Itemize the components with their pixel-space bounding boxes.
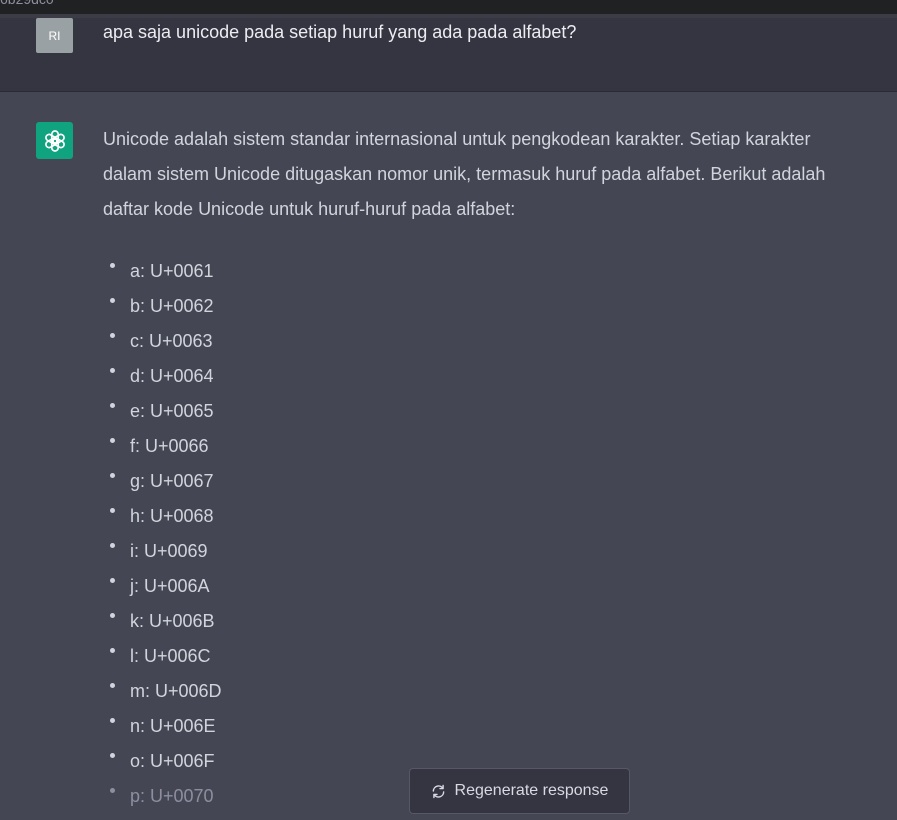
- list-item-text: i: U+0069: [130, 541, 208, 561]
- list-item: h: U+0068: [108, 499, 222, 534]
- bullet-icon: [110, 648, 115, 653]
- bullet-icon: [110, 263, 115, 268]
- user-message-row: RI apa saja unicode pada setiap huruf ya…: [0, 18, 897, 92]
- list-item: d: U+0064: [108, 359, 222, 394]
- list-item-text: p: U+0070: [130, 786, 214, 806]
- list-item-text: g: U+0067: [130, 471, 214, 491]
- answer-line: Unicode adalah sistem standar internasio…: [103, 129, 811, 149]
- chatgpt-logo-icon: [36, 122, 73, 159]
- list-item: m: U+006D: [108, 674, 222, 709]
- bullet-icon: [110, 298, 115, 303]
- list-item-text: m: U+006D: [130, 681, 222, 701]
- bullet-icon: [110, 438, 115, 443]
- bullet-icon: [110, 683, 115, 688]
- bullet-icon: [110, 718, 115, 723]
- chat-page: 6b29dc0 RI apa saja unicode pada setiap …: [0, 0, 897, 820]
- regenerate-response-button[interactable]: Regenerate response: [409, 768, 630, 814]
- list-item-text: f: U+0066: [130, 436, 209, 456]
- bullet-icon: [110, 403, 115, 408]
- bullet-icon: [110, 333, 115, 338]
- list-item-text: c: U+0063: [130, 331, 213, 351]
- list-item-text: o: U+006F: [130, 751, 215, 771]
- list-item: e: U+0065: [108, 394, 222, 429]
- list-item: i: U+0069: [108, 534, 222, 569]
- bullet-icon: [110, 753, 115, 758]
- list-item: j: U+006A: [108, 569, 222, 604]
- list-item-text: h: U+0068: [130, 506, 214, 526]
- refresh-icon: [431, 784, 446, 799]
- list-item-text: d: U+0064: [130, 366, 214, 386]
- list-item-text: j: U+006A: [130, 576, 210, 596]
- list-item: k: U+006B: [108, 604, 222, 639]
- bullet-icon: [110, 578, 115, 583]
- user-message-text: apa saja unicode pada setiap huruf yang …: [103, 22, 577, 42]
- list-item: g: U+0067: [108, 464, 222, 499]
- answer-line: daftar kode Unicode untuk huruf-huruf pa…: [103, 199, 516, 219]
- list-item-text: l: U+006C: [130, 646, 211, 666]
- regenerate-label: Regenerate response: [454, 782, 609, 799]
- answer-line: dalam sistem Unicode ditugaskan nomor un…: [103, 164, 826, 184]
- list-item: a: U+0061: [108, 254, 222, 289]
- bullet-icon: [110, 788, 115, 793]
- list-item-text: n: U+006E: [130, 716, 216, 736]
- list-item: p: U+0070: [108, 779, 222, 814]
- assistant-message-row: Unicode adalah sistem standar internasio…: [0, 92, 897, 820]
- top-strip: 6b29dc0: [0, 0, 897, 14]
- bullet-icon: [110, 473, 115, 478]
- list-item: l: U+006C: [108, 639, 222, 674]
- list-item-text: k: U+006B: [130, 611, 215, 631]
- bullet-icon: [110, 508, 115, 513]
- bullet-icon: [110, 368, 115, 373]
- list-item-text: a: U+0061: [130, 261, 214, 281]
- list-item: n: U+006E: [108, 709, 222, 744]
- list-item: b: U+0062: [108, 289, 222, 324]
- list-item: f: U+0066: [108, 429, 222, 464]
- list-item-text: b: U+0062: [130, 296, 214, 316]
- list-item-text: e: U+0065: [130, 401, 214, 421]
- list-item: c: U+0063: [108, 324, 222, 359]
- bullet-icon: [110, 543, 115, 548]
- top-strip-text: 6b29dc0: [0, 0, 54, 7]
- assistant-answer: Unicode adalah sistem standar internasio…: [103, 122, 897, 227]
- unicode-list: a: U+0061 b: U+0062 c: U+0063 d: U+0064 …: [108, 254, 222, 814]
- list-item: o: U+006F: [108, 744, 222, 779]
- user-avatar: RI: [36, 18, 73, 53]
- bullet-icon: [110, 613, 115, 618]
